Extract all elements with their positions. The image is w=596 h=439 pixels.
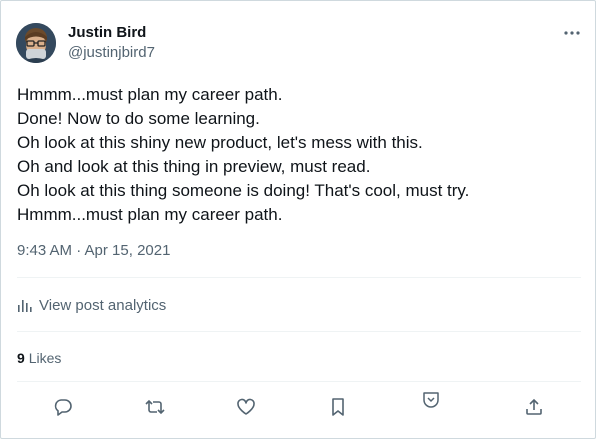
bar-chart-icon <box>18 300 32 312</box>
view-analytics-link[interactable]: View post analytics <box>17 295 166 315</box>
avatar-image <box>16 23 56 63</box>
author-handle[interactable]: @justinjbird7 <box>68 44 155 62</box>
author-name[interactable]: Justin Bird <box>68 24 146 42</box>
likes-label: Likes <box>28 350 62 366</box>
post-timestamp[interactable]: 9:43 AM · Apr 15, 2021 <box>17 242 170 260</box>
likes-count[interactable]: 9 Likes <box>17 349 61 367</box>
post-text: Hmmm...must plan my career path. Done! N… <box>17 83 577 227</box>
divider <box>17 381 581 382</box>
post-line: Hmmm...must plan my career path. <box>17 205 283 224</box>
more-options-icon[interactable] <box>561 23 583 43</box>
share-icon[interactable] <box>523 396 545 418</box>
likes-number: 9 <box>17 350 25 366</box>
post-line: Hmmm...must plan my career path. <box>17 85 283 104</box>
retweet-icon[interactable] <box>144 396 166 418</box>
post-line: Done! Now to do some learning. <box>17 109 260 128</box>
grok-icon[interactable] <box>420 389 442 411</box>
post-line: Oh look at this shiny new product, let's… <box>17 133 423 152</box>
post-line: Oh and look at this thing in preview, mu… <box>17 157 371 176</box>
divider <box>17 277 581 278</box>
reply-icon[interactable] <box>52 396 74 418</box>
avatar[interactable] <box>16 23 56 63</box>
divider <box>17 331 581 332</box>
analytics-label: View post analytics <box>39 296 167 314</box>
like-icon[interactable] <box>235 396 257 418</box>
bookmark-icon[interactable] <box>327 396 349 418</box>
tweet-card: Justin Bird @justinjbird7 Hmmm...must pl… <box>0 0 596 439</box>
post-line: Oh look at this thing someone is doing! … <box>17 181 470 200</box>
